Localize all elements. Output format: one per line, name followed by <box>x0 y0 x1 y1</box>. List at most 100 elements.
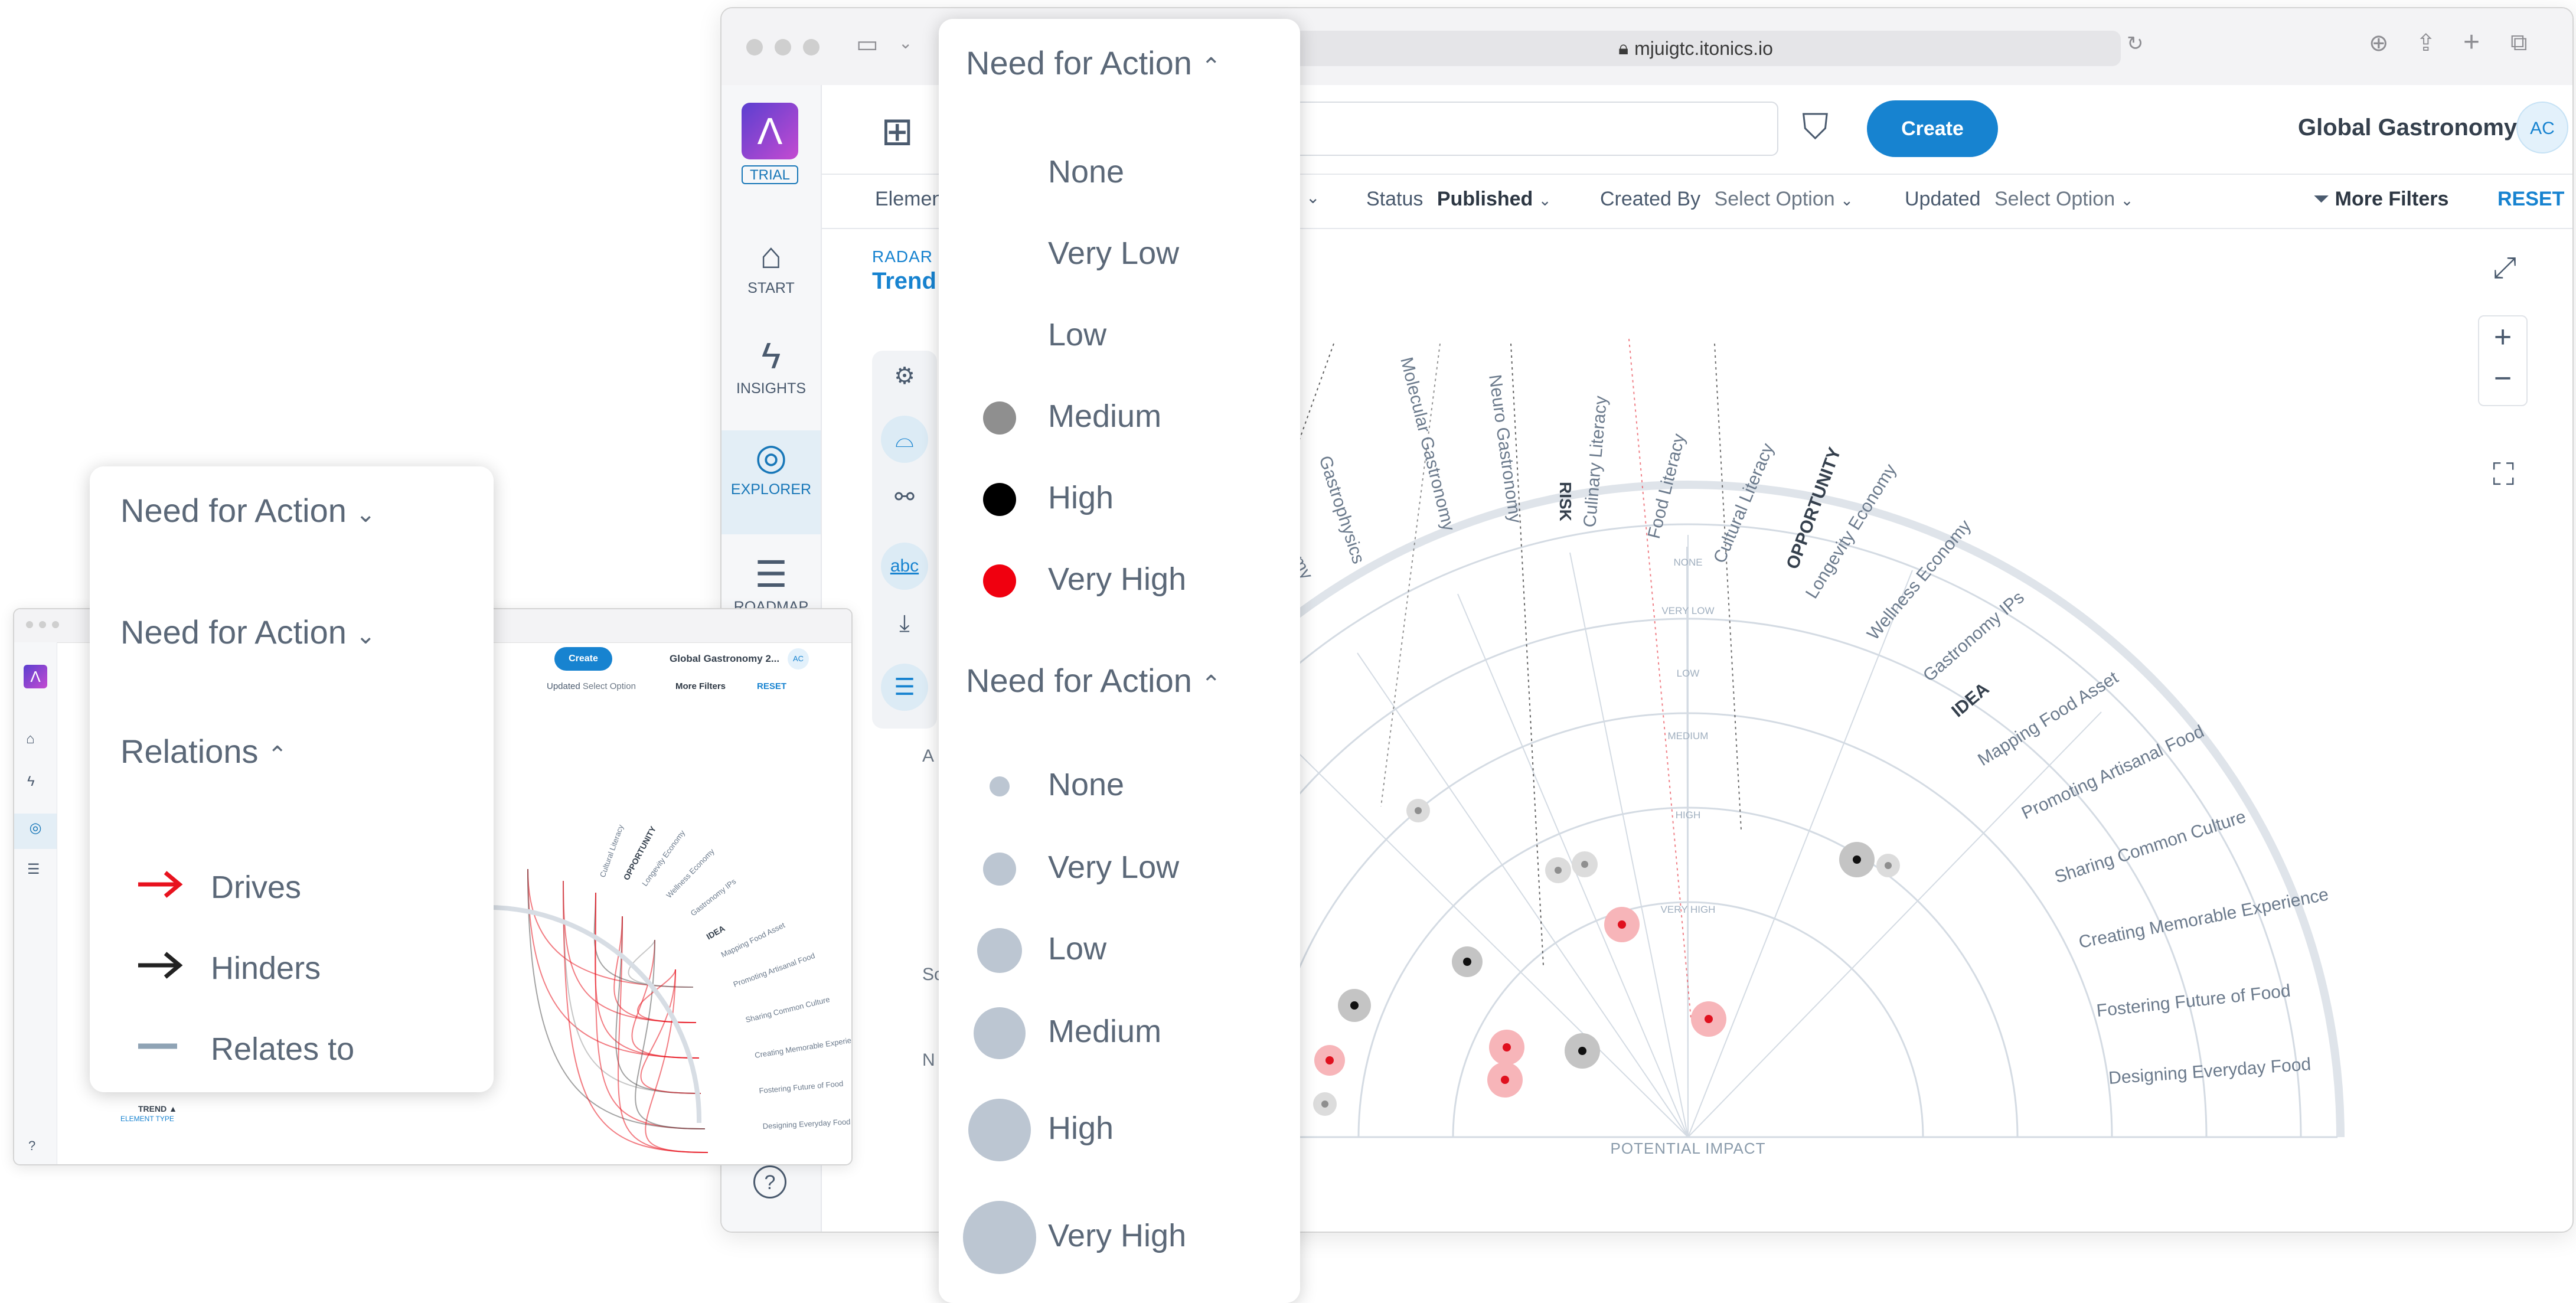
radar-view-icon[interactable]: ⌓ <box>872 416 937 463</box>
color-legend-item[interactable]: High <box>939 469 1300 528</box>
size-legend-label[interactable]: None <box>1048 766 1124 803</box>
relation-legend-label: Relates to <box>211 1031 355 1067</box>
settings-icon[interactable]: ⚙ <box>872 363 937 390</box>
radar-dot <box>1501 1076 1509 1084</box>
line-icon <box>138 1043 177 1049</box>
mini-element-type: ELEMENT TYPE <box>120 1115 174 1123</box>
minimize-window-button[interactable] <box>775 39 791 55</box>
nav-insights[interactable]: ϟ INSIGHTS <box>721 333 821 397</box>
mini-trend-label-text: Fostering Future of Food <box>759 1079 844 1095</box>
zoom-in-button[interactable]: + <box>2479 316 2526 358</box>
created-by-filter[interactable]: Created By Select Option ⌄ <box>1600 188 1853 211</box>
radar-dot <box>1618 920 1626 929</box>
legend-list-icon[interactable]: ☰ <box>872 664 937 711</box>
radar-segment-label: RISK <box>1556 482 1575 521</box>
need-for-action-size-header[interactable]: Need for Action ⌃ <box>966 661 1221 700</box>
element-filter[interactable]: Elemen <box>875 188 943 211</box>
grid-menu-icon[interactable]: ⊞ <box>881 109 913 154</box>
radar-trend-label: Wellness Economy <box>1863 516 1975 644</box>
nav-insights-label: INSIGHTS <box>736 380 807 397</box>
relation-legend-item[interactable]: Drives <box>90 856 494 915</box>
share-icon[interactable]: ⇪ <box>2416 30 2436 57</box>
need-for-action-title-2: Need for Action <box>120 613 347 651</box>
bookmark-icon[interactable]: ⛉ <box>1802 106 1829 148</box>
size-swatch <box>974 1007 1026 1059</box>
mini-relation-curve <box>527 868 700 1059</box>
mini-relation-curve <box>613 916 697 1023</box>
help-icon[interactable]: ? <box>753 1165 786 1199</box>
itonics-logo[interactable]: Λ <box>742 103 798 159</box>
need-for-action-toggle-1[interactable]: Need for Action ⌄ <box>120 491 376 530</box>
nav-start-label: START <box>747 280 795 296</box>
fullscreen-icon[interactable]: ⤢ <box>2493 250 2516 285</box>
axis-label: POTENTIAL IMPACT <box>1610 1139 1765 1157</box>
color-legend-item[interactable]: Very Low <box>939 224 1300 283</box>
more-filters-button[interactable]: ⏷ More Filters <box>2313 188 2448 211</box>
sidebar-toggle-icon[interactable]: ▭ <box>856 31 879 58</box>
color-legend-item[interactable]: Very High <box>939 550 1300 609</box>
tab-overview-icon[interactable]: ⧉ <box>2510 30 2528 56</box>
radar-relation-line <box>1510 343 1544 966</box>
new-tab-icon[interactable]: + <box>2463 26 2480 58</box>
mini-trend-label-text: Mapping Food Asset <box>720 920 786 959</box>
color-legend-item[interactable]: None <box>939 143 1300 202</box>
need-for-action-color-header[interactable]: Need for Action ⌃ <box>966 44 1221 82</box>
color-legend-label: Very Low <box>1048 236 1180 271</box>
legend-popover: Need for Action ⌄ Need for Action ⌄ Rela… <box>90 466 494 1092</box>
radar-dot <box>1581 861 1588 868</box>
download-icon[interactable]: ⊕ <box>2369 30 2389 57</box>
download-icon[interactable]: ⤓ <box>872 610 937 637</box>
nav-start[interactable]: ⌂ START <box>721 233 821 297</box>
status-filter-value: Published <box>1436 188 1533 210</box>
nav-explorer[interactable]: ◎ EXPLORER <box>721 430 821 534</box>
color-legend-label: High <box>1048 480 1114 515</box>
radar-segment-label: IDEA <box>1948 679 1993 721</box>
relations-icon[interactable]: ⚯ <box>872 484 937 511</box>
relation-legend-item[interactable]: Hinders <box>90 937 494 996</box>
size-legend-label[interactable]: Low <box>1048 930 1106 967</box>
mini-relation-curve <box>527 868 706 1129</box>
radar-ring-label: VERY LOW <box>1661 605 1714 616</box>
size-legend-label[interactable]: Medium <box>1048 1013 1161 1050</box>
radar-trend-label: Mapping Food Asset <box>1974 668 2122 770</box>
chevron-down-icon[interactable]: ⌄ <box>899 33 912 53</box>
chevron-down-icon[interactable]: ⌄ <box>1306 188 1320 207</box>
user-avatar[interactable]: AC <box>2516 102 2568 154</box>
focus-icon[interactable]: ⛶ <box>2493 457 2514 493</box>
radar-toolbar: ⚙ ⌓ ⚯ abc ⤓ ☰ <box>872 351 937 729</box>
roadmap-icon: ☰ <box>755 554 788 595</box>
mini-relation-curve <box>563 880 697 1023</box>
mini-trend-label: TREND ▲ <box>138 1104 177 1113</box>
nav-roadmap[interactable]: ☰ ROADMAP <box>721 551 821 616</box>
radar-dot <box>1321 1100 1328 1108</box>
created-by-value: Select Option <box>1714 188 1835 210</box>
radar-spoke <box>1687 570 1913 1138</box>
size-legend-label[interactable]: Very Low <box>1048 849 1179 886</box>
radar-dot <box>1578 1047 1586 1055</box>
chevron-up-icon: ⌃ <box>267 742 288 768</box>
size-legend-label[interactable]: High <box>1048 1110 1114 1147</box>
labels-icon[interactable]: abc <box>872 543 937 590</box>
mini-relation-curve <box>640 969 701 1094</box>
updated-filter[interactable]: Updated Select Option ⌄ <box>1905 188 2133 211</box>
chevron-up-icon: ⌃ <box>1201 54 1221 80</box>
zoom-out-button[interactable]: − <box>2479 358 2526 399</box>
relation-legend-item[interactable]: Relates to <box>90 1018 494 1077</box>
size-swatch <box>990 776 1010 796</box>
close-window-button[interactable] <box>746 39 763 55</box>
status-filter[interactable]: Status Published ⌄ <box>1366 188 1552 211</box>
element-filter-label: Elemen <box>875 188 943 210</box>
radar-trend-label: Promoting Artisanal Food <box>2019 721 2207 823</box>
size-legend-label[interactable]: Very High <box>1048 1217 1186 1254</box>
create-button[interactable]: Create <box>1867 100 1998 157</box>
nav-explorer-label: EXPLORER <box>730 481 812 498</box>
color-legend-item[interactable]: Low <box>939 306 1300 365</box>
mini-radar-arc <box>480 904 702 1124</box>
reload-icon[interactable]: ↻ <box>2127 32 2144 55</box>
need-for-action-toggle-2[interactable]: Need for Action ⌄ <box>120 613 376 651</box>
zoom-window-button[interactable] <box>803 39 820 55</box>
address-bar[interactable]: 🔒︎ mjuigtc.itonics.io <box>1271 31 2121 66</box>
color-legend-item[interactable]: Medium <box>939 387 1300 446</box>
reset-button[interactable]: RESET <box>2497 188 2564 211</box>
relations-toggle[interactable]: Relations ⌃ <box>120 732 288 770</box>
